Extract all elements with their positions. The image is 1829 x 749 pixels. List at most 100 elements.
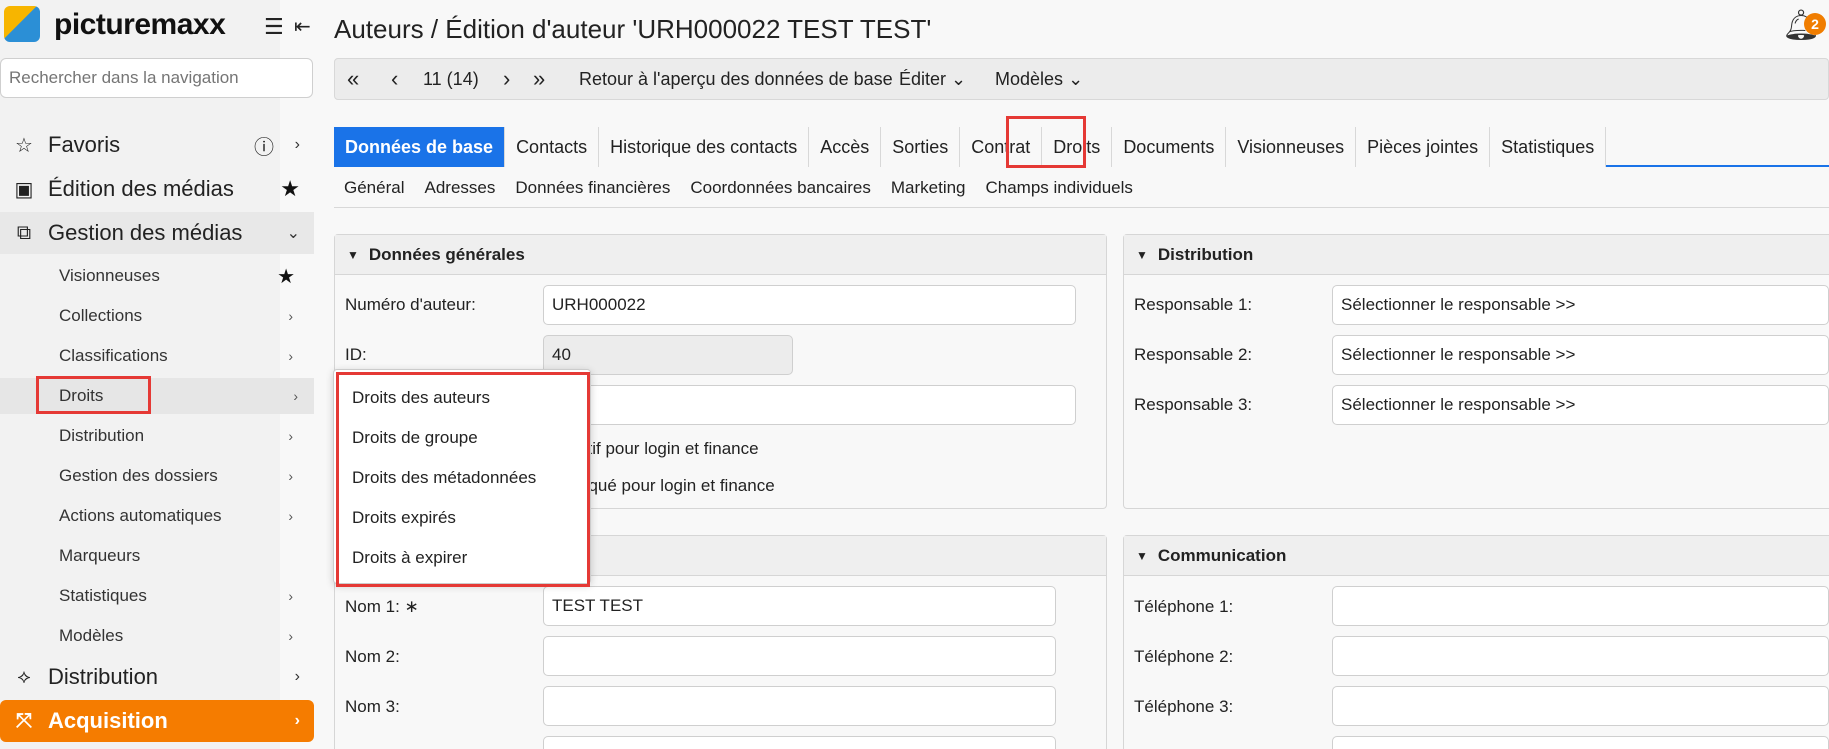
panel-header[interactable]: ▼ Données générales xyxy=(335,235,1106,275)
chevron-down-icon: ⌄ xyxy=(1068,68,1084,89)
nav-sub-classifications[interactable]: Classifications › xyxy=(59,338,309,374)
nav-gestion-medias[interactable]: ⧉ Gestion des médias ⌄ xyxy=(0,212,314,254)
star-filled-icon[interactable]: ★ xyxy=(280,176,300,202)
panel-header[interactable]: ▼ Distribution xyxy=(1124,235,1829,275)
menu-item-droits-auteurs[interactable]: Droits des auteurs xyxy=(352,388,490,408)
first-record-icon[interactable]: « xyxy=(347,66,359,92)
subtab-adresses[interactable]: Adresses xyxy=(424,178,495,198)
tab-contrat[interactable]: Contrat xyxy=(960,127,1043,167)
tab-sorties[interactable]: Sorties xyxy=(881,127,961,167)
rights-submenu: Droits des auteurs Droits de groupe Droi… xyxy=(333,369,591,584)
subtab-coordonnees-bancaires[interactable]: Coordonnées bancaires xyxy=(690,178,871,198)
blocked-login-finance-label: oqué pour login et finance xyxy=(579,476,775,495)
nav-distribution[interactable]: ⟡ Distribution › xyxy=(0,656,314,698)
nav-acquisition[interactable]: ⤧ Acquisition › xyxy=(0,700,314,742)
chevron-right-icon: › xyxy=(288,628,293,644)
telephone-2-input[interactable] xyxy=(1332,636,1829,676)
back-to-overview-button[interactable]: Retour à l'aperçu des données de base xyxy=(579,69,893,90)
telephone-4-input[interactable] xyxy=(1332,736,1829,749)
tab-contacts[interactable]: Contacts xyxy=(505,127,600,167)
edit-menu-button[interactable]: Éditer ⌄ xyxy=(899,69,966,90)
tab-statistiques[interactable]: Statistiques xyxy=(1490,127,1607,167)
nav-sub-collections[interactable]: Collections › xyxy=(59,298,309,334)
nav-sub-actions-automatiques[interactable]: Actions automatiques › xyxy=(59,498,309,534)
telephone-3-input[interactable] xyxy=(1332,686,1829,726)
hidden-field[interactable] xyxy=(543,385,1076,425)
menu-item-droits-groupe[interactable]: Droits de groupe xyxy=(352,428,478,448)
nav-sub-gestion-dossiers[interactable]: Gestion des dossiers › xyxy=(59,458,309,494)
nav-sub-distribution[interactable]: Distribution › xyxy=(59,418,309,454)
chevron-down-icon: ⌄ xyxy=(286,225,300,242)
tab-historique-contacts[interactable]: Historique des contacts xyxy=(599,127,810,167)
star-filled-icon[interactable]: ★ xyxy=(277,264,295,289)
menu-item-droits-metadonnees[interactable]: Droits des métadonnées xyxy=(352,468,536,488)
collapse-triangle-icon: ▼ xyxy=(347,247,359,262)
tab-droits[interactable]: Droits xyxy=(1042,127,1113,167)
nav-sub-statistiques[interactable]: Statistiques › xyxy=(59,578,309,614)
panel-header[interactable]: ▼ Communication xyxy=(1124,536,1829,576)
chevron-right-icon: › xyxy=(288,428,293,444)
tab-pieces-jointes[interactable]: Pièces jointes xyxy=(1356,127,1491,167)
telephone-1-label: Téléphone 1: xyxy=(1134,597,1234,616)
nav-sub-visionneuses[interactable]: Visionneuses ★ xyxy=(59,258,309,294)
nom-1-input[interactable]: TEST TEST xyxy=(543,586,1056,626)
last-record-icon[interactable]: » xyxy=(533,66,545,92)
nav-sub-marqueurs[interactable]: Marqueurs xyxy=(59,538,309,574)
subtab-champs-individuels[interactable]: Champs individuels xyxy=(986,178,1133,198)
chevron-right-icon: › xyxy=(294,668,300,685)
tab-documents[interactable]: Documents xyxy=(1112,127,1227,167)
previous-record-icon[interactable]: ‹ xyxy=(391,66,398,92)
notification-badge: 2 xyxy=(1804,13,1826,35)
author-number-input[interactable]: URH000022 xyxy=(543,285,1076,325)
sub-tabs: Général Adresses Données financières Coo… xyxy=(334,168,1829,208)
nav-search-input[interactable] xyxy=(0,58,313,98)
main-tabs: Données de base Contacts Historique des … xyxy=(334,127,1829,167)
collapse-triangle-icon: ▼ xyxy=(1136,548,1148,563)
responsable-2-select[interactable]: Sélectionner le responsable >> xyxy=(1332,335,1829,375)
nav-sub-modeles[interactable]: Modèles › xyxy=(59,618,309,654)
tab-acces[interactable]: Accès xyxy=(809,127,882,167)
acquisition-icon: ⤧ xyxy=(16,709,32,732)
subtab-donnees-financieres[interactable]: Données financières xyxy=(515,178,670,198)
chevron-down-icon: ⌄ xyxy=(951,68,967,89)
responsable-1-select[interactable]: Sélectionner le responsable >> xyxy=(1332,285,1829,325)
id-label: ID: xyxy=(345,345,367,364)
telephone-3-label: Téléphone 3: xyxy=(1134,697,1234,716)
active-login-finance-label: ctif pour login et finance xyxy=(579,439,759,458)
responsable-3-label: Responsable 3: xyxy=(1134,395,1253,414)
chevron-right-icon: › xyxy=(293,388,298,404)
nom-3-label: Nom 3: xyxy=(345,697,400,716)
help-icon[interactable]: ⓘ xyxy=(254,131,274,160)
nom-2-input[interactable] xyxy=(543,636,1056,676)
tab-visionneuses[interactable]: Visionneuses xyxy=(1226,127,1357,167)
nom-1-label: Nom 1: ∗ xyxy=(345,597,419,616)
nav-edition-medias[interactable]: ▣ Édition des médias ★ xyxy=(0,168,314,210)
star-outline-icon: ☆ xyxy=(15,134,33,157)
picturemaxx-logo xyxy=(4,6,40,42)
list-icon[interactable]: ☰ xyxy=(264,14,284,40)
telephone-2-label: Téléphone 2: xyxy=(1134,647,1234,666)
responsable-3-select[interactable]: Sélectionner le responsable >> xyxy=(1332,385,1829,425)
author-number-label: Numéro d'auteur: xyxy=(345,295,476,314)
image-icon: ▣ xyxy=(14,178,34,201)
tab-donnees-de-base[interactable]: Données de base xyxy=(334,127,506,167)
nav-favoris[interactable]: ☆ Favoris ⓘ › xyxy=(0,124,314,166)
telephone-1-input[interactable] xyxy=(1332,586,1829,626)
chevron-right-icon: › xyxy=(288,308,293,324)
nom-3-input[interactable] xyxy=(543,686,1056,726)
nom-4-input[interactable] xyxy=(543,736,1056,749)
menu-item-droits-expires[interactable]: Droits expirés xyxy=(352,508,456,528)
next-record-icon[interactable]: › xyxy=(503,66,510,92)
menu-item-droits-a-expirer[interactable]: Droits à expirer xyxy=(352,548,467,568)
chevron-right-icon: › xyxy=(288,468,293,484)
responsable-2-label: Responsable 2: xyxy=(1134,345,1253,364)
page-title: Auteurs / Édition d'auteur 'URH000022 TE… xyxy=(334,14,932,44)
subtab-marketing[interactable]: Marketing xyxy=(891,178,966,198)
subtab-general[interactable]: Général xyxy=(344,178,404,198)
chevron-right-icon: › xyxy=(294,136,300,153)
collapse-sidebar-icon[interactable]: ⇤ xyxy=(294,14,311,39)
toolbar: « ‹ 11 (14) › » Retour à l'aperçu des do… xyxy=(334,58,1829,100)
chevron-right-icon: › xyxy=(294,712,300,729)
nav-sub-droits[interactable]: Droits › xyxy=(0,378,314,414)
templates-menu-button[interactable]: Modèles ⌄ xyxy=(995,69,1083,90)
